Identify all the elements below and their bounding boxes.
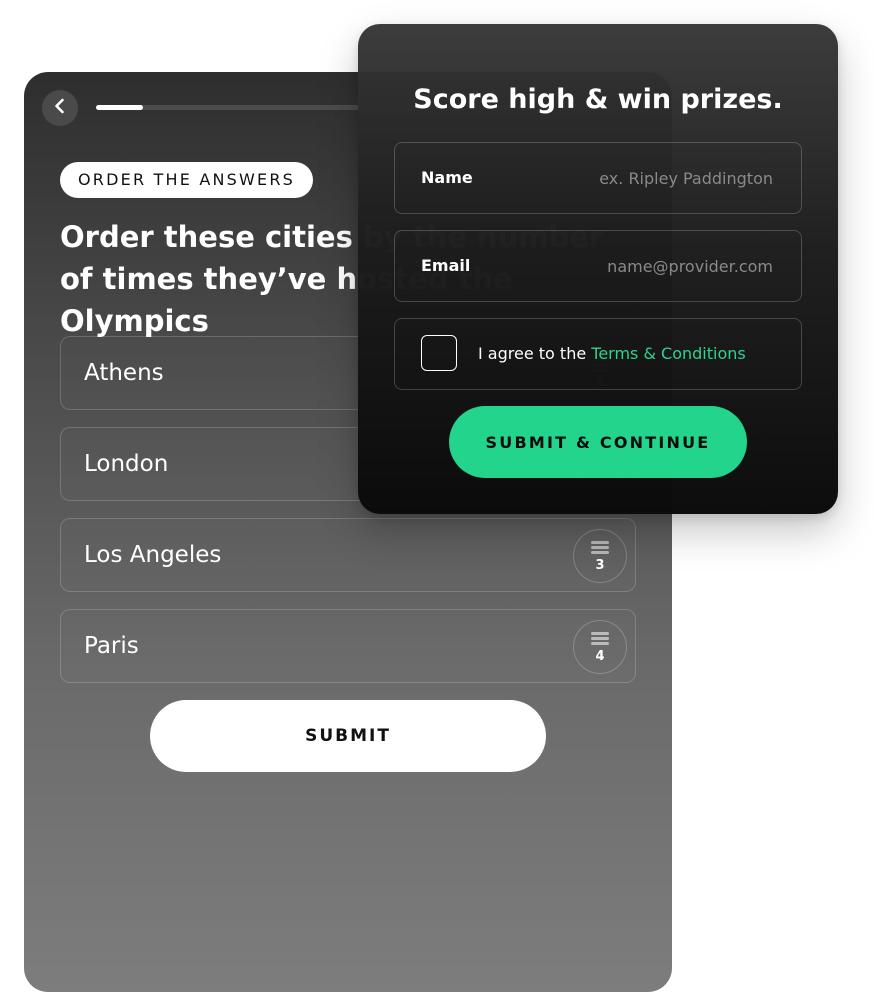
rank-number: 4 xyxy=(595,649,605,664)
terms-checkbox[interactable] xyxy=(421,335,457,371)
email-field[interactable]: Email xyxy=(394,230,802,302)
email-input[interactable] xyxy=(515,231,775,301)
terms-field: I agree to the Terms & Conditions xyxy=(394,318,802,390)
modal-title: Score high & win prizes. xyxy=(413,84,783,115)
name-label: Name xyxy=(421,168,473,187)
answer-item[interactable]: Paris 4 xyxy=(60,609,636,683)
question-type-badge: ORDER THE ANSWERS xyxy=(60,162,314,198)
rank-number: 3 xyxy=(595,558,605,573)
answer-label: Paris xyxy=(84,633,139,659)
signup-modal: Score high & win prizes. Name Email I ag… xyxy=(358,24,838,514)
answer-label: London xyxy=(84,451,169,477)
answer-item[interactable]: Los Angeles 3 xyxy=(60,518,636,592)
progress-fill xyxy=(96,105,143,110)
name-field[interactable]: Name xyxy=(394,142,802,214)
drag-handle-icon xyxy=(591,630,609,647)
email-label: Email xyxy=(421,256,471,275)
answer-label: Athens xyxy=(84,360,164,386)
submit-button[interactable]: SUBMIT xyxy=(150,700,546,772)
answer-label: Los Angeles xyxy=(84,542,222,568)
name-input[interactable] xyxy=(515,143,775,213)
submit-continue-button[interactable]: SUBMIT & CONTINUE xyxy=(449,406,747,478)
terms-text: I agree to the Terms & Conditions xyxy=(478,319,746,389)
terms-prefix: I agree to the xyxy=(478,344,592,363)
drag-handle[interactable]: 4 xyxy=(573,620,627,674)
drag-handle-icon xyxy=(591,539,609,556)
drag-handle[interactable]: 3 xyxy=(573,529,627,583)
back-button[interactable] xyxy=(42,90,78,126)
terms-link[interactable]: Terms & Conditions xyxy=(591,344,745,363)
chevron-left-icon xyxy=(53,98,67,118)
